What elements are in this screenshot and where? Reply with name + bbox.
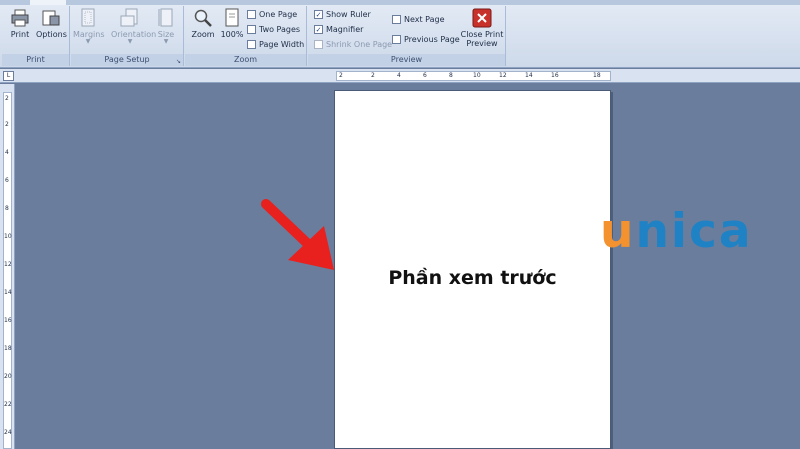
ruler-tick: 14	[4, 289, 12, 296]
ruler-tick: 6	[5, 177, 9, 184]
one-page-button[interactable]: One Page	[247, 8, 297, 21]
magnifier-checkbox[interactable]: ✓ Magnifier	[314, 23, 363, 36]
zoom-100-button[interactable]: 100%	[217, 8, 247, 50]
close-print-label: Close Print	[460, 30, 504, 39]
zoom-group: Zoom 100% One Page Two Pages Page Width …	[185, 6, 307, 66]
close-preview-label: Preview	[466, 39, 498, 48]
ruler-tick: 12	[499, 72, 507, 79]
previous-page-icon	[392, 35, 401, 44]
page-size-icon	[158, 8, 173, 27]
print-group: Print Options Print	[2, 6, 70, 66]
ruler-tick: 4	[397, 72, 401, 79]
size-button[interactable]: Size ▼	[151, 8, 181, 50]
next-page-label: Next Page	[404, 15, 445, 24]
two-pages-icon	[247, 25, 256, 34]
shrink-one-page-button[interactable]: Shrink One Page	[314, 38, 392, 51]
ruler-tick: 14	[525, 72, 533, 79]
ruler-tick: 18	[593, 72, 601, 79]
chevron-down-icon: ▼	[85, 38, 91, 45]
magnifying-glass-icon	[194, 9, 212, 27]
vertical-ruler[interactable]: 2 2 4 6 8 10 12 14 16 18 20 22 24	[0, 84, 15, 449]
ruler-tick: 18	[4, 345, 12, 352]
options-label: Options	[36, 30, 67, 39]
ruler-tick: 20	[4, 373, 12, 380]
ruler-tick: 2	[371, 72, 375, 79]
magnifier-label: Magnifier	[326, 25, 364, 34]
options-icon	[42, 10, 60, 26]
vertical-ruler-strip: 2 2 4 6 8 10 12 14 16 18 20 22 24	[3, 92, 12, 449]
zoom-100-label: 100%	[220, 30, 244, 39]
close-icon	[472, 8, 492, 28]
show-ruler-label: Show Ruler	[326, 10, 371, 19]
shrink-page-icon	[314, 40, 323, 49]
preview-page[interactable]: Phần xem trước	[334, 90, 611, 449]
active-tab-indicator[interactable]	[30, 0, 66, 5]
margins-icon	[81, 8, 95, 27]
page-width-icon	[247, 40, 256, 49]
ruler-tick: 8	[449, 72, 453, 79]
logo-letter-u: u	[600, 204, 636, 259]
page-setup-group: Margins ▼ Orientation ▼ Size ▼ Page Setu…	[71, 6, 184, 66]
tab-selector-button[interactable]: L	[3, 71, 14, 81]
ruler-tick: 16	[551, 72, 559, 79]
ribbon-tab-strip	[0, 0, 800, 5]
preview-group: ✓ Show Ruler ✓ Magnifier Shrink One Page N…	[308, 6, 506, 66]
ruler-tick: 2	[5, 121, 9, 128]
one-page-icon	[247, 10, 256, 19]
chevron-down-icon: ▼	[163, 38, 169, 45]
ruler-tick: 24	[4, 429, 12, 436]
red-arrow-icon	[261, 199, 334, 270]
orientation-icon	[120, 8, 138, 27]
ruler-tick: 22	[4, 401, 12, 408]
zoom-group-label: Zoom	[185, 54, 306, 66]
unica-logo: unica	[600, 204, 753, 259]
show-ruler-checkbox[interactable]: ✓ Show Ruler	[314, 8, 371, 21]
print-group-label: Print	[2, 54, 69, 66]
one-page-label: One Page	[259, 10, 298, 19]
two-pages-button[interactable]: Two Pages	[247, 23, 300, 36]
page-width-button[interactable]: Page Width	[247, 38, 304, 51]
page-setup-group-label: Page Setup	[71, 54, 183, 66]
ruler-tick: 6	[423, 72, 427, 79]
options-button[interactable]: Options	[36, 8, 67, 50]
ruler-tick: 4	[5, 149, 9, 156]
print-button[interactable]: Print	[5, 8, 35, 50]
ruler-tick: 8	[5, 205, 9, 212]
two-pages-label: Two Pages	[259, 25, 301, 34]
previous-page-button[interactable]: Previous Page	[392, 33, 460, 46]
page-width-label: Page Width	[259, 40, 305, 49]
chevron-down-icon: ▼	[127, 38, 133, 45]
close-print-preview-button[interactable]: Close Print Preview	[460, 8, 504, 50]
shrink-one-page-label: Shrink One Page	[326, 40, 393, 49]
print-label: Print	[10, 30, 30, 39]
horizontal-ruler[interactable]: 2 2 4 6 8 10 12 14 16 18	[0, 69, 800, 83]
ribbon: Print Options Print Margins ▼ Orientatio…	[0, 0, 800, 68]
ruler-tick: 10	[473, 72, 481, 79]
ruler-tick: 16	[4, 317, 12, 324]
ruler-tick: 2	[5, 95, 9, 102]
dialog-launcher-icon[interactable]: ↘	[176, 58, 181, 65]
zoom-label: Zoom	[191, 30, 215, 39]
next-page-icon	[392, 15, 401, 24]
logo-letters: nica	[635, 204, 753, 259]
checkmark-icon: ✓	[314, 10, 323, 19]
page-text: Phần xem trước	[388, 267, 557, 289]
previous-page-label: Previous Page	[404, 35, 460, 44]
page-100-icon	[225, 8, 239, 27]
next-page-button[interactable]: Next Page	[392, 13, 445, 26]
printer-icon	[11, 9, 29, 27]
ruler-tick: 2	[339, 72, 343, 79]
ruler-tick: 12	[4, 261, 12, 268]
checkmark-icon: ✓	[314, 25, 323, 34]
orientation-button[interactable]: Orientation ▼	[111, 8, 156, 50]
ruler-tick: 10	[4, 233, 12, 240]
preview-group-label: Preview	[308, 54, 505, 66]
horizontal-ruler-strip: 2 2 4 6 8 10 12 14 16 18	[336, 71, 611, 81]
margins-button[interactable]: Margins ▼	[73, 8, 105, 50]
zoom-button[interactable]: Zoom	[188, 8, 218, 50]
